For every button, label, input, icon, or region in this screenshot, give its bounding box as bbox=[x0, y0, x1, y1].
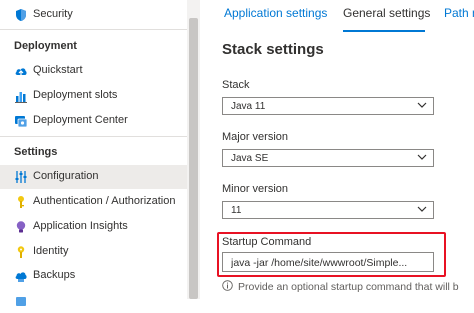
sidebar-item-security[interactable]: Security bbox=[0, 3, 187, 27]
sidebar-item-label: Deployment slots bbox=[33, 89, 118, 101]
chart-bars-icon bbox=[15, 92, 27, 103]
sidebar-item-label: Application Insights bbox=[33, 220, 128, 232]
sliders-icon bbox=[15, 171, 27, 183]
stack-value: Java 11 bbox=[231, 101, 266, 112]
section-divider bbox=[0, 29, 187, 30]
major-version-value: Java SE bbox=[231, 153, 269, 164]
startup-command-value: java -jar /home/site/wwwroot/Simple... bbox=[231, 257, 408, 269]
sidebar-item-deployment-center[interactable]: Deployment Center bbox=[0, 109, 187, 133]
sidebar-item-label: Security bbox=[33, 8, 73, 20]
minor-version-label: Minor version bbox=[222, 183, 289, 195]
identity-key-icon bbox=[17, 246, 25, 258]
major-version-dropdown[interactable]: Java SE bbox=[222, 149, 434, 167]
info-icon bbox=[222, 280, 233, 291]
section-settings: Settings bbox=[14, 146, 58, 158]
partial-icon bbox=[16, 297, 26, 306]
startup-command-info: Provide an optional startup command that… bbox=[222, 280, 459, 293]
sidebar-item-label: Deployment Center bbox=[33, 114, 128, 126]
sidebar-item-identity[interactable]: Identity bbox=[0, 240, 187, 264]
sidebar-item-configuration[interactable]: Configuration bbox=[0, 165, 187, 189]
chevron-down-icon bbox=[417, 206, 427, 212]
section-heading-stack-settings: Stack settings bbox=[222, 41, 324, 58]
minor-version-value: 11 bbox=[231, 205, 242, 216]
info-text: Provide an optional startup command that… bbox=[238, 281, 459, 293]
major-version-label: Major version bbox=[222, 131, 289, 143]
sidebar-item-quickstart[interactable]: Quickstart bbox=[0, 59, 187, 83]
sidebar-item-label: Identity bbox=[33, 245, 69, 257]
sidebar-item-label: Quickstart bbox=[33, 64, 83, 76]
sidebar-item-label: Backups bbox=[33, 269, 76, 281]
minor-version-dropdown[interactable]: 11 bbox=[222, 201, 434, 219]
startup-command-input[interactable]: java -jar /home/site/wwwroot/Simple... bbox=[222, 252, 434, 272]
cloud-upload-icon bbox=[15, 68, 27, 77]
sidebar-item-application-insights[interactable]: Application Insights bbox=[0, 215, 187, 239]
tab-path-mappings[interactable]: Path m bbox=[444, 6, 474, 20]
startup-command-label: Startup Command bbox=[222, 236, 312, 248]
chevron-down-icon bbox=[417, 154, 427, 160]
shield-icon bbox=[16, 9, 26, 21]
sidebar-item-deployment-slots[interactable]: Deployment slots bbox=[0, 84, 187, 108]
stack-label: Stack bbox=[222, 79, 250, 91]
active-tab-indicator bbox=[343, 30, 425, 32]
sidebar-item-partial[interactable] bbox=[0, 289, 187, 313]
backup-icon bbox=[15, 272, 27, 282]
deployment-center-icon bbox=[15, 116, 28, 128]
sidebar-item-label: Configuration bbox=[33, 170, 99, 182]
section-divider bbox=[0, 136, 187, 137]
chevron-down-icon bbox=[417, 102, 427, 108]
lightbulb-icon bbox=[16, 221, 26, 233]
key-icon bbox=[18, 196, 24, 208]
sidebar-item-authentication[interactable]: Authentication / Authorization bbox=[0, 190, 187, 214]
section-deployment: Deployment bbox=[14, 40, 77, 52]
tab-general-settings[interactable]: General settings bbox=[343, 6, 430, 20]
sidebar-scrollbar-thumb[interactable] bbox=[189, 18, 198, 299]
stack-dropdown[interactable]: Java 11 bbox=[222, 97, 434, 115]
sidebar: Security Deployment Quickstart Deploymen… bbox=[0, 0, 187, 306]
sidebar-item-backups[interactable]: Backups bbox=[0, 264, 187, 288]
sidebar-item-label: Authentication / Authorization bbox=[33, 195, 176, 207]
tab-application-settings[interactable]: Application settings bbox=[224, 6, 327, 20]
